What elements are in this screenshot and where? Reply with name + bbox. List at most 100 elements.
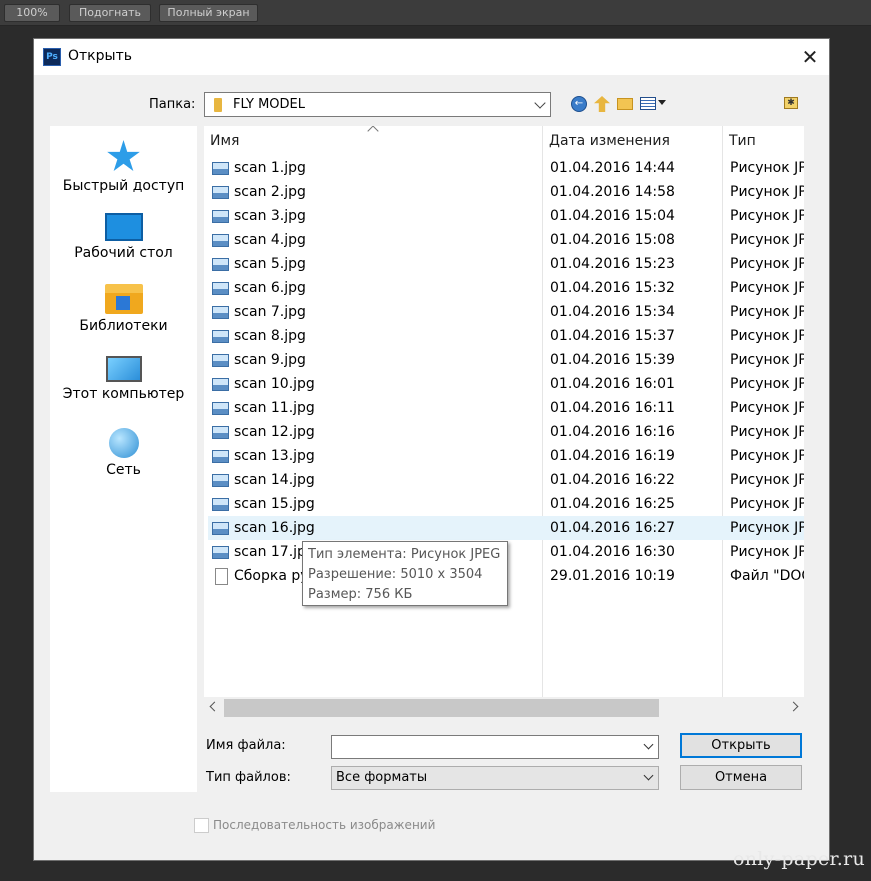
file-type: Рисунок JP <box>730 400 804 416</box>
file-row[interactable]: scan 9.jpg 01.04.2016 15:39 Рисунок JP <box>208 348 804 372</box>
file-name: scan 14.jpg <box>234 472 315 488</box>
image-sequence-checkbox[interactable] <box>194 818 209 833</box>
file-name: scan 13.jpg <box>234 448 315 464</box>
file-name: scan 2.jpg <box>234 184 306 200</box>
jpeg-icon <box>212 498 229 511</box>
file-date: 01.04.2016 16:27 <box>550 520 675 536</box>
file-type: Файл "DOC <box>730 568 804 584</box>
folder-dropdown[interactable]: FLY MODEL <box>204 92 551 117</box>
file-name: scan 15.jpg <box>234 496 315 512</box>
folder-name: FLY MODEL <box>233 97 305 112</box>
filetype-dropdown[interactable]: Все форматы <box>331 766 659 790</box>
file-name: scan 6.jpg <box>234 280 306 296</box>
places-bar: Быстрый доступ Рабочий стол Библиотеки Э… <box>50 126 197 792</box>
scroll-left-icon[interactable] <box>209 701 220 712</box>
file-type: Рисунок JP <box>730 544 804 560</box>
back-icon[interactable]: ← <box>571 96 587 112</box>
jpeg-icon <box>212 402 229 415</box>
file-name: scan 9.jpg <box>234 352 306 368</box>
file-row[interactable]: scan 14.jpg 01.04.2016 16:22 Рисунок JP <box>208 468 804 492</box>
place-this-pc[interactable]: Этот компьютер <box>50 356 197 402</box>
scrollbar-thumb[interactable] <box>224 699 659 717</box>
file-name: scan 1.jpg <box>234 160 306 176</box>
new-folder-icon[interactable] <box>617 98 633 110</box>
tooltip-size-line: Размер: 756 КБ <box>308 587 413 602</box>
favorite-folder-icon[interactable]: ✱ <box>784 97 798 109</box>
place-label: Этот компьютер <box>62 386 185 402</box>
folder-label: Папка: <box>149 97 196 112</box>
file-date: 01.04.2016 15:39 <box>550 352 675 368</box>
file-row[interactable]: scan 5.jpg 01.04.2016 15:23 Рисунок JP <box>208 252 804 276</box>
close-icon[interactable]: ✕ <box>797 45 823 69</box>
jpeg-icon <box>212 234 229 247</box>
file-name: scan 12.jpg <box>234 424 315 440</box>
file-row[interactable]: scan 11.jpg 01.04.2016 16:11 Рисунок JP <box>208 396 804 420</box>
cancel-button[interactable]: Отмена <box>680 765 802 790</box>
view-menu-icon[interactable] <box>640 97 656 110</box>
file-name: scan 10.jpg <box>234 376 315 392</box>
file-row[interactable]: scan 8.jpg 01.04.2016 15:37 Рисунок JP <box>208 324 804 348</box>
file-type: Рисунок JP <box>730 352 804 368</box>
file-row[interactable]: scan 12.jpg 01.04.2016 16:16 Рисунок JP <box>208 420 804 444</box>
file-date: 01.04.2016 15:04 <box>550 208 675 224</box>
chevron-down-icon[interactable] <box>643 739 654 750</box>
libraries-icon <box>104 284 143 314</box>
fit-screen-button[interactable]: Подогнать <box>69 4 151 22</box>
computer-icon <box>105 356 142 382</box>
place-quick-access[interactable]: Быстрый доступ <box>50 140 197 194</box>
file-row[interactable]: scan 10.jpg 01.04.2016 16:01 Рисунок JP <box>208 372 804 396</box>
column-header-type[interactable]: Тип <box>723 126 804 156</box>
jpeg-icon <box>212 258 229 271</box>
jpeg-icon <box>212 546 229 559</box>
file-date: 01.04.2016 15:32 <box>550 280 675 296</box>
file-name: scan 8.jpg <box>234 328 306 344</box>
file-name: scan 5.jpg <box>234 256 306 272</box>
filetype-label: Тип файлов: <box>206 770 291 785</box>
file-row[interactable]: scan 16.jpg 01.04.2016 16:27 Рисунок JP <box>208 516 804 540</box>
open-button[interactable]: Открыть <box>680 733 802 758</box>
file-row[interactable]: scan 3.jpg 01.04.2016 15:04 Рисунок JP <box>208 204 804 228</box>
column-header-date[interactable]: Дата изменения <box>543 126 723 156</box>
scroll-right-icon[interactable] <box>788 701 799 712</box>
file-type: Рисунок JP <box>730 184 804 200</box>
file-date: 01.04.2016 15:37 <box>550 328 675 344</box>
column-header-name[interactable]: Имя <box>204 126 542 156</box>
place-libraries[interactable]: Библиотеки <box>50 284 197 334</box>
image-sequence-label: Последовательность изображений <box>213 818 436 832</box>
folder-icon <box>214 98 222 112</box>
tooltip-type-line: Тип элемента: Рисунок JPEG <box>308 547 501 562</box>
file-date: 01.04.2016 16:25 <box>550 496 675 512</box>
file-row[interactable]: scan 1.jpg 01.04.2016 14:44 Рисунок JP <box>208 156 804 180</box>
tooltip-resolution-line: Разрешение: 5010 x 3504 <box>308 567 483 582</box>
file-date: 01.04.2016 15:23 <box>550 256 675 272</box>
jpeg-icon <box>212 186 229 199</box>
file-date: 01.04.2016 16:16 <box>550 424 675 440</box>
photoshop-toolbar: 100% Подогнать Полный экран <box>0 0 871 26</box>
place-desktop[interactable]: Рабочий стол <box>50 213 197 261</box>
file-row[interactable]: scan 4.jpg 01.04.2016 15:08 Рисунок JP <box>208 228 804 252</box>
star-icon <box>107 140 140 171</box>
file-row[interactable]: scan 7.jpg 01.04.2016 15:34 Рисунок JP <box>208 300 804 324</box>
file-type: Рисунок JP <box>730 160 804 176</box>
place-network[interactable]: Сеть <box>50 428 197 478</box>
jpeg-icon <box>212 282 229 295</box>
file-date: 01.04.2016 16:30 <box>550 544 675 560</box>
horizontal-scrollbar[interactable] <box>204 697 804 720</box>
file-row[interactable]: scan 6.jpg 01.04.2016 15:32 Рисунок JP <box>208 276 804 300</box>
filename-input[interactable] <box>331 735 659 759</box>
watermark: only-paper.ru <box>733 848 866 870</box>
file-row[interactable]: scan 15.jpg 01.04.2016 16:25 Рисунок JP <box>208 492 804 516</box>
up-folder-icon[interactable] <box>594 96 610 112</box>
view-chevron-icon[interactable] <box>658 100 666 105</box>
document-icon <box>215 568 228 585</box>
file-row[interactable]: scan 13.jpg 01.04.2016 16:19 Рисунок JP <box>208 444 804 468</box>
file-type: Рисунок JP <box>730 208 804 224</box>
file-type: Рисунок JP <box>730 304 804 320</box>
file-type: Рисунок JP <box>730 328 804 344</box>
place-label: Библиотеки <box>79 318 168 334</box>
file-row[interactable]: scan 2.jpg 01.04.2016 14:58 Рисунок JP <box>208 180 804 204</box>
file-name: scan 11.jpg <box>234 400 315 416</box>
zoom-100-button[interactable]: 100% <box>4 4 60 22</box>
chevron-down-icon <box>643 770 654 781</box>
full-screen-button[interactable]: Полный экран <box>159 4 258 22</box>
